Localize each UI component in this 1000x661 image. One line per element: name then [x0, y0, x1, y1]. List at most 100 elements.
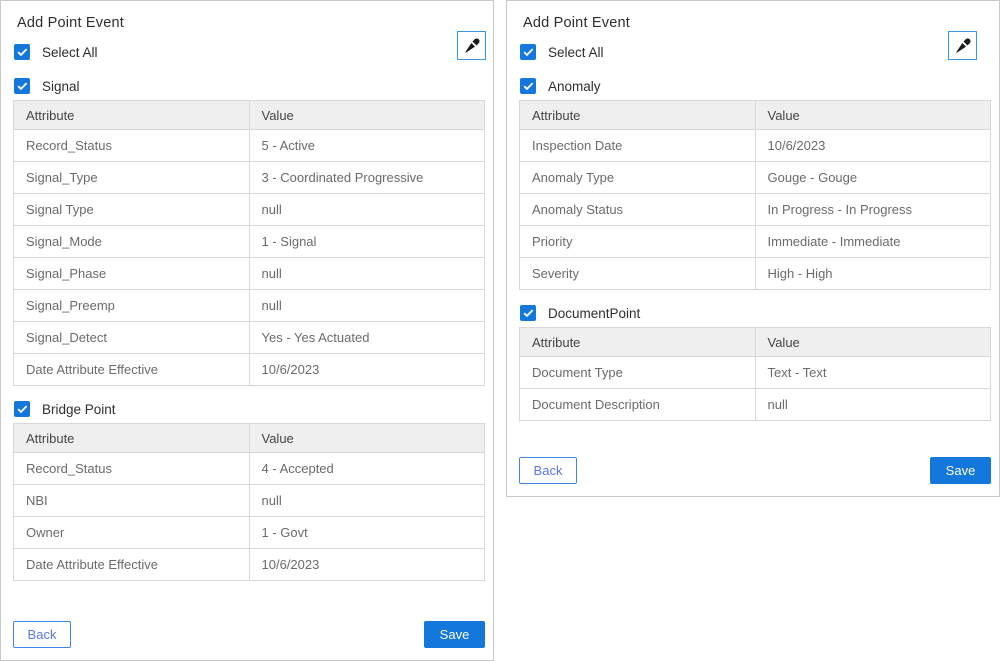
attribute-cell: Date Attribute Effective — [14, 354, 250, 386]
table-row: Signal_Detect Yes - Yes Actuated — [14, 322, 485, 354]
back-button[interactable]: Back — [519, 457, 577, 484]
anomaly-checkbox[interactable] — [520, 78, 536, 94]
attribute-cell: Owner — [14, 517, 250, 549]
checkmark-icon — [523, 48, 534, 57]
attribute-cell: Inspection Date — [520, 130, 756, 162]
section-label-anomaly: Anomaly — [548, 79, 601, 94]
attribute-cell: Signal_Preemp — [14, 290, 250, 322]
checkmark-icon — [523, 309, 534, 318]
add-point-event-panel-right: Add Point Event Select All Anomaly Attri… — [506, 0, 1000, 497]
attribute-cell: Signal Type — [14, 194, 250, 226]
checkmark-icon — [17, 405, 28, 414]
value-cell: 3 - Coordinated Progressive — [249, 162, 485, 194]
attribute-cell: Severity — [520, 258, 756, 290]
table-row: Signal_Type 3 - Coordinated Progressive — [14, 162, 485, 194]
attribute-cell: Anomaly Status — [520, 194, 756, 226]
section-label-document-point: DocumentPoint — [548, 306, 640, 321]
table-row: Anomaly Type Gouge - Gouge — [520, 162, 991, 194]
value-cell: In Progress - In Progress — [755, 194, 991, 226]
table-row: Owner 1 - Govt — [14, 517, 485, 549]
document-point-checkbox[interactable] — [520, 305, 536, 321]
section-row-signal: Signal — [14, 78, 485, 94]
value-cell: 10/6/2023 — [755, 130, 991, 162]
attribute-cell: Anomaly Type — [520, 162, 756, 194]
table-row: NBI null — [14, 485, 485, 517]
attribute-cell: NBI — [14, 485, 250, 517]
section-row-bridge-point: Bridge Point — [14, 401, 485, 417]
table-row: Inspection Date 10/6/2023 — [520, 130, 991, 162]
checkmark-icon — [17, 48, 28, 57]
select-all-row: Select All — [14, 44, 485, 60]
page-title: Add Point Event — [523, 15, 991, 31]
eyedropper-icon — [464, 38, 480, 54]
select-all-checkbox[interactable] — [14, 44, 30, 60]
value-cell: High - High — [755, 258, 991, 290]
table-row: Signal_Preemp null — [14, 290, 485, 322]
table-row: Document Type Text - Text — [520, 357, 991, 389]
column-header-value: Value — [755, 101, 991, 130]
value-cell: Gouge - Gouge — [755, 162, 991, 194]
checkmark-icon — [17, 82, 28, 91]
table-row: Signal_Phase null — [14, 258, 485, 290]
add-point-event-panel-left: Add Point Event Select All Signal Attrib… — [0, 0, 494, 661]
attribute-cell: Signal_Mode — [14, 226, 250, 258]
attribute-cell: Priority — [520, 226, 756, 258]
back-button[interactable]: Back — [13, 621, 71, 648]
value-cell: Text - Text — [755, 357, 991, 389]
value-cell: null — [249, 258, 485, 290]
attribute-cell: Signal_Detect — [14, 322, 250, 354]
value-cell: Immediate - Immediate — [755, 226, 991, 258]
signal-checkbox[interactable] — [14, 78, 30, 94]
column-header-attribute: Attribute — [14, 424, 250, 453]
attribute-cell: Document Type — [520, 357, 756, 389]
column-header-value: Value — [755, 328, 991, 357]
value-cell: 10/6/2023 — [249, 354, 485, 386]
column-header-attribute: Attribute — [14, 101, 250, 130]
footer: Back Save — [13, 621, 485, 648]
bridge-point-checkbox[interactable] — [14, 401, 30, 417]
value-cell: null — [249, 485, 485, 517]
save-button[interactable]: Save — [424, 621, 485, 648]
value-cell: null — [755, 389, 991, 421]
section-label-bridge-point: Bridge Point — [42, 402, 116, 417]
footer: Back Save — [519, 457, 991, 484]
eyedropper-picker-button[interactable] — [948, 31, 977, 60]
value-cell: null — [249, 194, 485, 226]
value-cell: null — [249, 290, 485, 322]
attribute-cell: Document Description — [520, 389, 756, 421]
eyedropper-picker-button[interactable] — [457, 31, 486, 60]
section-row-anomaly: Anomaly — [520, 78, 991, 94]
table-row: Date Attribute Effective 10/6/2023 — [14, 354, 485, 386]
section-row-document-point: DocumentPoint — [520, 305, 991, 321]
table-row: Record_Status 4 - Accepted — [14, 453, 485, 485]
value-cell: 1 - Signal — [249, 226, 485, 258]
table-row: Anomaly Status In Progress - In Progress — [520, 194, 991, 226]
attribute-cell: Record_Status — [14, 453, 250, 485]
anomaly-attribute-table: Attribute Value Inspection Date 10/6/202… — [519, 100, 991, 290]
eyedropper-icon — [955, 38, 971, 54]
value-cell: 5 - Active — [249, 130, 485, 162]
attribute-cell: Signal_Phase — [14, 258, 250, 290]
table-row: Signal Type null — [14, 194, 485, 226]
signal-attribute-table: Attribute Value Record_Status 5 - Active… — [13, 100, 485, 386]
attribute-cell: Date Attribute Effective — [14, 549, 250, 581]
select-all-row: Select All — [520, 44, 991, 60]
value-cell: Yes - Yes Actuated — [249, 322, 485, 354]
table-header-row: Attribute Value — [14, 424, 485, 453]
table-row: Priority Immediate - Immediate — [520, 226, 991, 258]
select-all-label: Select All — [548, 45, 604, 60]
save-button[interactable]: Save — [930, 457, 991, 484]
attribute-cell: Record_Status — [14, 130, 250, 162]
value-cell: 10/6/2023 — [249, 549, 485, 581]
column-header-value: Value — [249, 424, 485, 453]
value-cell: 1 - Govt — [249, 517, 485, 549]
table-header-row: Attribute Value — [520, 101, 991, 130]
column-header-value: Value — [249, 101, 485, 130]
table-row: Document Description null — [520, 389, 991, 421]
table-row: Signal_Mode 1 - Signal — [14, 226, 485, 258]
bridge-point-attribute-table: Attribute Value Record_Status 4 - Accept… — [13, 423, 485, 581]
column-header-attribute: Attribute — [520, 328, 756, 357]
value-cell: 4 - Accepted — [249, 453, 485, 485]
select-all-checkbox[interactable] — [520, 44, 536, 60]
page-title: Add Point Event — [17, 15, 485, 31]
